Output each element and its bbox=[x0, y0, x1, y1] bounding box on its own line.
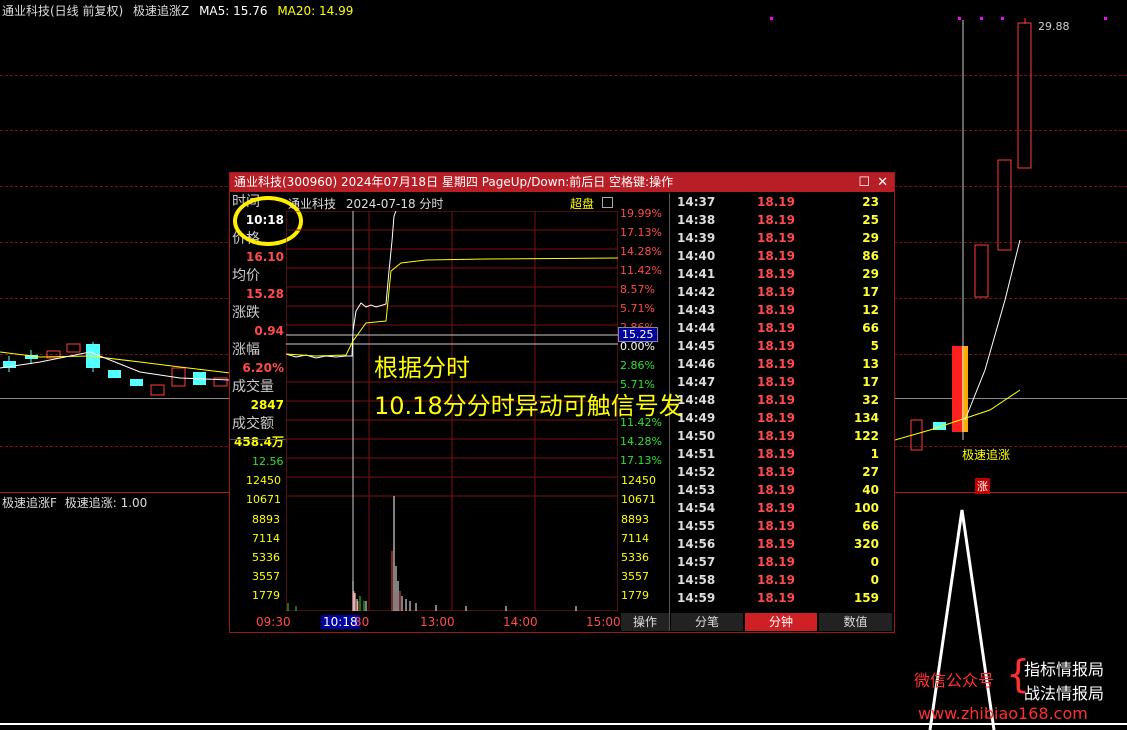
pct-scale-up: 14.28% bbox=[620, 245, 662, 258]
maximize-icon[interactable]: ☐ bbox=[858, 173, 870, 192]
time-tick: 13:00 bbox=[420, 615, 455, 629]
tick-row[interactable]: 14:48 18.19 32 bbox=[671, 391, 893, 409]
annotation-line2: 10.18分分时异动可触信号发 bbox=[374, 392, 683, 420]
tick-row[interactable]: 14:38 18.19 25 bbox=[671, 211, 893, 229]
vol-scale-right: 5336 bbox=[621, 551, 649, 564]
tick-row[interactable]: 14:53 18.19 40 bbox=[671, 481, 893, 499]
popup-title: 通业科技(300960) 2024年07月18日 星期四 PageUp/Down… bbox=[234, 175, 674, 189]
tick-row[interactable]: 14:47 18.19 17 bbox=[671, 373, 893, 391]
tick-row[interactable]: 14:39 18.19 29 bbox=[671, 229, 893, 247]
time-tick: 14:00 bbox=[503, 615, 538, 629]
change-value: 0.94 bbox=[254, 324, 284, 338]
popup-subtitle: 通业科技 2024-07-18 分时 bbox=[288, 195, 443, 212]
tick-row[interactable]: 14:41 18.19 29 bbox=[671, 265, 893, 283]
vol-scale-left: 12450 bbox=[246, 474, 281, 487]
pct-scale-up: 8.57% bbox=[620, 283, 655, 296]
avg-value: 15.28 bbox=[246, 287, 284, 301]
pct-scale-up: 5.71% bbox=[620, 302, 655, 315]
tick-row[interactable]: 14:57 18.19 0 bbox=[671, 553, 893, 571]
vol-scale-right: 12450 bbox=[621, 474, 656, 487]
sub-indicator-value: 极速追涨: 1.00 bbox=[64, 496, 148, 510]
vol-scale-right: 10671 bbox=[621, 493, 656, 506]
vol-scale-right: 7114 bbox=[621, 532, 649, 545]
tab-minutes[interactable]: 分钟 bbox=[745, 613, 817, 631]
tick-row[interactable]: 14:54 18.19 100 bbox=[671, 499, 893, 517]
vol-scale-left: 1779 bbox=[252, 589, 280, 602]
pct-scale-up: 11.42% bbox=[620, 264, 662, 277]
popup-titlebar[interactable]: 通业科技(300960) 2024年07月18日 星期四 PageUp/Down… bbox=[230, 173, 894, 192]
tab-ticks[interactable]: 分笔 bbox=[671, 613, 743, 631]
tick-row[interactable]: 14:43 18.19 12 bbox=[671, 301, 893, 319]
tick-row[interactable]: 14:58 18.19 0 bbox=[671, 571, 893, 589]
sub-chart-header: 极速追涨F 极速追涨: 1.00 bbox=[2, 494, 147, 511]
signal-label: 极速追涨 bbox=[962, 448, 1011, 462]
pct-scale-up: 19.99% bbox=[620, 207, 662, 220]
volume-value: 2847 bbox=[250, 398, 284, 412]
price-value: 16.10 bbox=[246, 250, 284, 264]
amount-value: 458.4万 bbox=[234, 435, 284, 449]
time-tick: 09:30 bbox=[256, 615, 291, 629]
tick-row[interactable]: 14:44 18.19 66 bbox=[671, 319, 893, 337]
subtitle-date: 2024-07-18 分时 bbox=[345, 197, 444, 211]
tick-row[interactable]: 14:46 18.19 13 bbox=[671, 355, 893, 373]
pct-scale-up: 17.13% bbox=[620, 226, 662, 239]
pct-scale-down: 17.13% bbox=[620, 454, 662, 467]
change-label: 涨跌 bbox=[232, 305, 260, 321]
tick-row[interactable]: 14:52 18.19 27 bbox=[671, 463, 893, 481]
brand-url: www.zhibiao168.com bbox=[918, 704, 1088, 723]
vol-scale-left: 8893 bbox=[252, 513, 280, 526]
mode-label[interactable]: 超盘 bbox=[570, 195, 594, 212]
vol-scale-right: 1779 bbox=[621, 589, 649, 602]
close-icon[interactable]: ✕ bbox=[877, 173, 888, 192]
high-price-label: 29.88 bbox=[1038, 20, 1070, 33]
vol-scale-right: 3557 bbox=[621, 570, 649, 583]
tick-table[interactable]: 14:37 18.19 23 14:38 18.19 25 14:39 18.19 29 1… bbox=[671, 193, 893, 607]
pct-value: 6.20% bbox=[242, 361, 284, 375]
avg-label: 均价 bbox=[232, 268, 260, 284]
vol-scale-right: 8893 bbox=[621, 513, 649, 526]
tick-row[interactable]: 14:42 18.19 17 bbox=[671, 283, 893, 301]
tick-row[interactable]: 14:45 18.19 5 bbox=[671, 337, 893, 355]
annotation-line1: 根据分时 bbox=[374, 354, 470, 382]
vol-scale-left: 12.56 bbox=[252, 455, 284, 468]
volume-label: 成交量 bbox=[232, 379, 274, 395]
time-tick: 15:00 bbox=[586, 615, 621, 629]
pct-scale-down: 14.28% bbox=[620, 435, 662, 448]
brand-name-1: 指标情报局 bbox=[1024, 660, 1105, 679]
left-candles bbox=[0, 342, 231, 396]
brand-name-2: 战法情报局 bbox=[1024, 684, 1105, 703]
pct-scale-down: 2.86% bbox=[620, 359, 655, 372]
vol-scale-left: 3557 bbox=[252, 570, 280, 583]
info-divider bbox=[230, 439, 286, 440]
tick-row[interactable]: 14:51 18.19 1 bbox=[671, 445, 893, 463]
tick-row[interactable]: 14:56 18.19 320 bbox=[671, 535, 893, 553]
amount-label: 成交额 bbox=[232, 416, 274, 432]
tick-row[interactable]: 14:49 18.19 134 bbox=[671, 409, 893, 427]
sub-indicator-name: 极速追涨F bbox=[2, 496, 57, 510]
wechat-label: 微信公众号 bbox=[914, 671, 995, 690]
tick-row[interactable]: 14:37 18.19 23 bbox=[671, 193, 893, 211]
popup-tab-bar: 操作 分笔 分钟 数值 bbox=[621, 613, 893, 631]
tick-row[interactable]: 14:50 18.19 122 bbox=[671, 427, 893, 445]
tick-row[interactable]: 14:55 18.19 66 bbox=[671, 517, 893, 535]
signal-marker: 涨 bbox=[975, 478, 990, 494]
time-tick: 30 bbox=[354, 615, 370, 629]
vol-scale-left: 10671 bbox=[246, 493, 281, 506]
tick-row[interactable]: 14:40 18.19 86 bbox=[671, 247, 893, 265]
pct-label: 涨幅 bbox=[232, 342, 260, 358]
operate-button[interactable]: 操作 bbox=[621, 613, 669, 631]
tab-values[interactable]: 数值 bbox=[819, 613, 892, 631]
vol-scale-left: 5336 bbox=[252, 551, 280, 564]
vol-scale-left: 7114 bbox=[252, 532, 280, 545]
pct-scale-zero: 0.00% bbox=[620, 340, 655, 353]
tick-row[interactable]: 14:59 18.19 159 bbox=[671, 589, 893, 607]
mode-toggle-icon[interactable] bbox=[602, 197, 613, 208]
